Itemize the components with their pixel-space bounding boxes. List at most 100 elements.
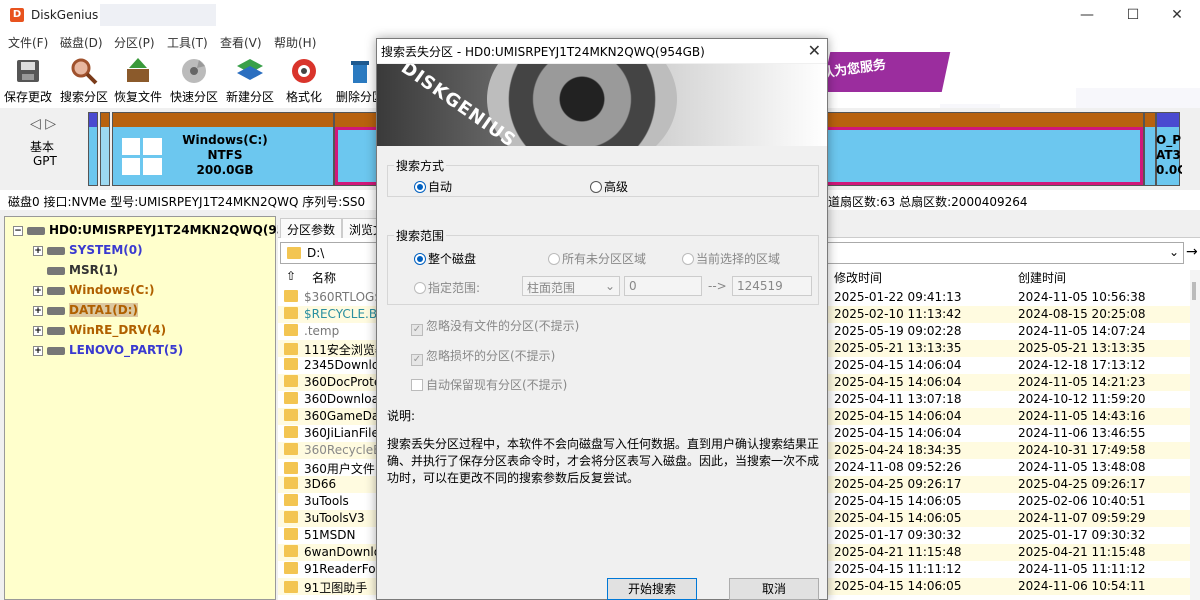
menu-help[interactable]: 帮助(H)	[274, 34, 316, 51]
expand-icon[interactable]: +	[33, 305, 43, 316]
disk-type-basic: 基本	[30, 140, 55, 154]
created-time-cell: 2024-11-05 13:48:08	[1018, 460, 1146, 474]
cancel-button[interactable]: 取消	[729, 578, 819, 600]
folder-icon	[284, 290, 298, 302]
created-time-cell: 2024-10-31 17:49:58	[1018, 443, 1146, 457]
range-from-input[interactable]: 0	[624, 276, 702, 296]
column-header-ctime[interactable]: 创建时间	[1018, 266, 1066, 288]
recover-files-button[interactable]: 恢复文件	[110, 52, 166, 106]
file-name-cell: 3D66	[284, 477, 336, 491]
checkbox-icon	[411, 379, 423, 391]
expand-icon[interactable]: +	[33, 325, 43, 336]
app-logo-icon: D	[10, 8, 24, 22]
menu-view[interactable]: 查看(V)	[220, 34, 262, 51]
range-unit-select[interactable]: 柱面范围 ⌄	[522, 276, 620, 296]
radio-specified-range[interactable]: 指定范围:	[414, 279, 480, 296]
search-partition-button[interactable]: 搜索分区	[56, 52, 112, 106]
partition-icon	[47, 306, 65, 315]
title-bar: D DiskGenius — ☐ ✕	[0, 0, 1200, 32]
radio-auto[interactable]: 自动	[414, 178, 452, 195]
created-time-cell: 2024-11-05 14:21:23	[1018, 375, 1146, 389]
title-blank-area	[100, 4, 216, 26]
tree-item-windows[interactable]: + Windows(C:)	[33, 283, 155, 297]
file-name: 2345Downlo	[304, 358, 380, 372]
modified-time-cell: 2024-11-08 09:52:26	[834, 460, 962, 474]
collapse-icon[interactable]: −	[13, 225, 23, 236]
created-time-cell: 2024-11-07 09:59:29	[1018, 511, 1146, 525]
checkbox-auto-keep[interactable]: 自动保留现有分区(不提示)	[411, 376, 567, 393]
quick-label: 快速分区	[169, 90, 218, 104]
folder-icon	[284, 511, 298, 523]
partition-name: Windows(C:)	[182, 133, 268, 147]
modified-time-cell: 2025-05-21 13:13:35	[834, 341, 962, 355]
file-name: 360Downloa	[304, 392, 379, 406]
promo-banner[interactable]: 队为您服务	[821, 52, 951, 92]
checkbox-ignore-nofile[interactable]: ✓ 忽略没有文件的分区(不提示)	[411, 317, 579, 336]
tree-item-lenovo[interactable]: + LENOVO_PART(5)	[33, 343, 183, 357]
format-button[interactable]: 格式化	[276, 52, 332, 106]
modified-time-cell: 2025-04-24 18:34:35	[834, 443, 962, 457]
file-name-cell: 360用户文件	[284, 460, 375, 477]
file-name-cell: .temp	[284, 324, 339, 338]
folder-icon	[287, 247, 301, 259]
file-name-cell: 360RecycleBi	[284, 443, 385, 457]
new-partition-button[interactable]: 新建分区	[222, 52, 278, 106]
folder-icon	[284, 462, 298, 474]
dialog-close-button[interactable]: ✕	[808, 41, 821, 60]
disk-nav-arrows[interactable]: ◁ ▷	[30, 116, 56, 132]
tree-item-data1[interactable]: + DATA1(D:)	[33, 303, 138, 317]
partition-block-msr[interactable]	[100, 112, 110, 186]
tree-item-winre[interactable]: + WinRE_DRV(4)	[33, 323, 166, 337]
path-text: D:\	[307, 246, 325, 260]
chevron-down-icon[interactable]: ⌄	[1169, 245, 1179, 259]
close-button[interactable]: ✕	[1154, 0, 1200, 32]
start-search-button[interactable]: 开始搜索	[607, 578, 697, 600]
disk-info-text: 磁盘0 接口:NVMe 型号:UMISRPEYJ1T24MKN2QWQ 序列号:…	[8, 195, 366, 209]
go-arrow-icon[interactable]: →	[1186, 244, 1198, 260]
radio-current-area[interactable]: 当前选择的区域	[682, 250, 780, 267]
tree-item-msr[interactable]: +MSR(1)	[33, 263, 118, 277]
sort-up-icon[interactable]: ⇧	[286, 266, 296, 288]
menu-tools[interactable]: 工具(T)	[167, 34, 208, 51]
modified-time-cell: 2025-01-22 09:41:13	[834, 290, 962, 304]
created-time-cell: 2024-11-05 14:07:24	[1018, 324, 1146, 338]
disk-info-right: 道扇区数:63 总扇区数:2000409264	[828, 195, 1028, 209]
search-lost-partition-dialog: 搜索丢失分区 - HD0:UMISRPEYJ1T24MKN2QWQ(954GB)…	[376, 38, 828, 600]
file-name: 111安全浏览器	[304, 343, 387, 357]
partition-block-system[interactable]	[88, 112, 98, 186]
file-name-cell: 3uToolsV3	[284, 511, 365, 525]
expand-icon[interactable]: +	[33, 285, 43, 296]
expand-icon[interactable]: +	[33, 245, 43, 256]
created-time-cell: 2025-02-06 10:40:51	[1018, 494, 1146, 508]
checkbox-ignore-broken[interactable]: ✓ 忽略损坏的分区(不提示)	[411, 347, 555, 366]
modified-time-cell: 2025-02-10 11:13:42	[834, 307, 962, 321]
tab-partition-params[interactable]: 分区参数	[280, 218, 343, 238]
radio-whole-disk[interactable]: 整个磁盘	[414, 250, 476, 267]
menu-disk[interactable]: 磁盘(D)	[60, 34, 103, 51]
tree-item-system[interactable]: + SYSTEM(0)	[33, 243, 143, 257]
radio-current-area-label: 当前选择的区域	[696, 252, 781, 266]
tree-root-disk[interactable]: − HD0:UMISRPEYJ1T24MKN2QWQ(954	[13, 223, 293, 237]
menu-file[interactable]: 文件(F)	[8, 34, 48, 51]
menu-partition[interactable]: 分区(P)	[114, 34, 155, 51]
radio-icon	[414, 282, 426, 294]
save-changes-button[interactable]: 保存更改	[0, 52, 56, 106]
partition-block-winre[interactable]	[1144, 112, 1156, 186]
maximize-button[interactable]: ☐	[1110, 0, 1156, 32]
column-header-name[interactable]: 名称	[312, 266, 336, 288]
minimize-button[interactable]: —	[1064, 0, 1110, 32]
scrollbar[interactable]	[1190, 270, 1200, 600]
radio-selected-icon	[414, 181, 426, 193]
radio-icon	[548, 253, 560, 265]
save-icon	[17, 60, 39, 82]
radio-all-unpartitioned[interactable]: 所有未分区区域	[548, 250, 646, 267]
range-to-input[interactable]: 124519	[732, 276, 812, 296]
expand-icon[interactable]: +	[33, 345, 43, 356]
scrollbar-thumb[interactable]	[1192, 282, 1196, 300]
quick-partition-button[interactable]: 快速分区	[166, 52, 222, 106]
tree-item-label: SYSTEM(0)	[69, 243, 143, 257]
partition-icon	[47, 346, 65, 355]
layers-icon	[237, 59, 263, 80]
column-header-mtime[interactable]: 修改时间	[834, 266, 882, 288]
radio-advanced[interactable]: 高级	[590, 178, 628, 195]
